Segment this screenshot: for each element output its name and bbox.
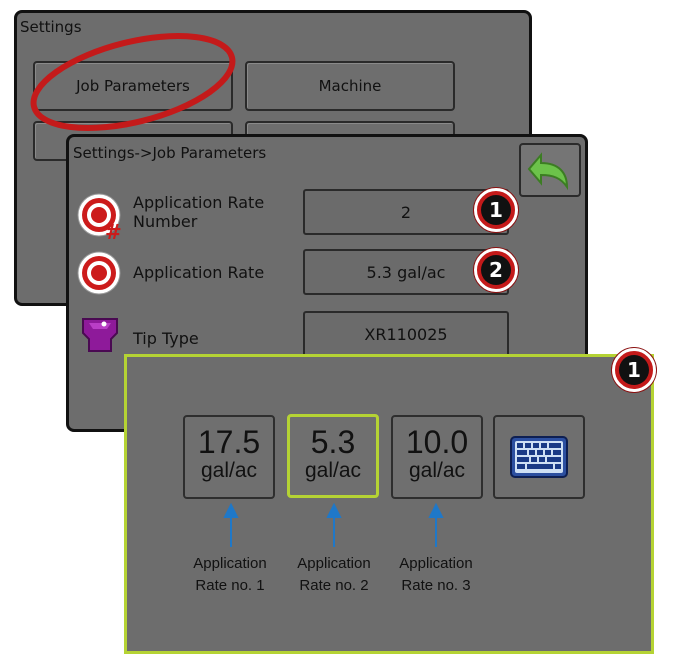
application-rate-number-line2: Number: [133, 212, 198, 231]
rate-option-1-unit: gal/ac: [200, 459, 258, 482]
rate-option-3-unit: gal/ac: [408, 459, 466, 482]
target-icon: [77, 251, 121, 295]
rate-caption-1-line1: Application: [193, 555, 267, 572]
tip-type-value: XR110025: [364, 324, 448, 344]
keyboard-icon: [510, 436, 568, 478]
application-rate-label: Application Rate: [133, 263, 265, 282]
rate-option-3-value: 10.0: [405, 424, 469, 460]
application-rate-number-line1: Application Rate: [133, 193, 265, 212]
back-arrow-icon: [527, 152, 569, 191]
rate-option-2-button[interactable]: 5.3 gal/ac: [287, 414, 379, 498]
rate-option-3-button[interactable]: 10.0 gal/ac: [391, 415, 483, 499]
rate-option-2-value: 5.3: [310, 424, 356, 460]
pointer-arrows: [223, 503, 444, 547]
rate-selection-popup: 17.5 gal/ac 5.3 gal/ac 10.0 gal/ac Appli…: [124, 354, 654, 654]
application-rate-number-label: Application Rate Number: [133, 193, 264, 231]
rate-caption-3-line2: Rate no. 3: [401, 577, 471, 594]
tip-type-label: Tip Type: [133, 329, 199, 348]
rate-option-1-value: 17.5: [197, 424, 261, 460]
rate-caption-1-line2: Rate no. 1: [195, 577, 265, 594]
callout-two-number: 2: [481, 255, 511, 285]
rate-caption-2-line1: Application: [297, 555, 371, 572]
job-parameters-title: Settings->Job Parameters: [73, 144, 267, 162]
callout-one-rate-number: 1: [474, 188, 518, 232]
rate-caption-1: Application Rate no. 1: [182, 553, 278, 597]
rate-caption-2-line2: Rate no. 2: [299, 577, 369, 594]
rate-caption-2: Application Rate no. 2: [286, 553, 382, 597]
highlight-ellipse: [30, 33, 236, 131]
application-rate-value: 5.3 gal/ac: [366, 262, 446, 282]
machine-button[interactable]: Machine: [245, 61, 455, 111]
callout-two-rate: 2: [474, 248, 518, 292]
svg-text:#: #: [105, 220, 122, 241]
callout-one-number: 1: [481, 195, 511, 225]
rate-option-1-button[interactable]: 17.5 gal/ac: [183, 415, 275, 499]
application-rate-number-value: 2: [400, 202, 412, 222]
tip-type-field[interactable]: XR110025: [303, 311, 509, 357]
machine-label: Machine: [318, 77, 382, 95]
keyboard-button[interactable]: [493, 415, 585, 499]
callout-one-popup: 1: [612, 348, 656, 392]
target-hash-icon: #: [77, 193, 122, 241]
rate-caption-3-line1: Application: [399, 555, 473, 572]
rate-option-2-unit: gal/ac: [304, 459, 362, 482]
nozzle-tip-icon: [82, 318, 118, 352]
callout-one-popup-number: 1: [619, 355, 649, 385]
back-button[interactable]: [519, 143, 581, 197]
rate-caption-3: Application Rate no. 3: [388, 553, 484, 597]
